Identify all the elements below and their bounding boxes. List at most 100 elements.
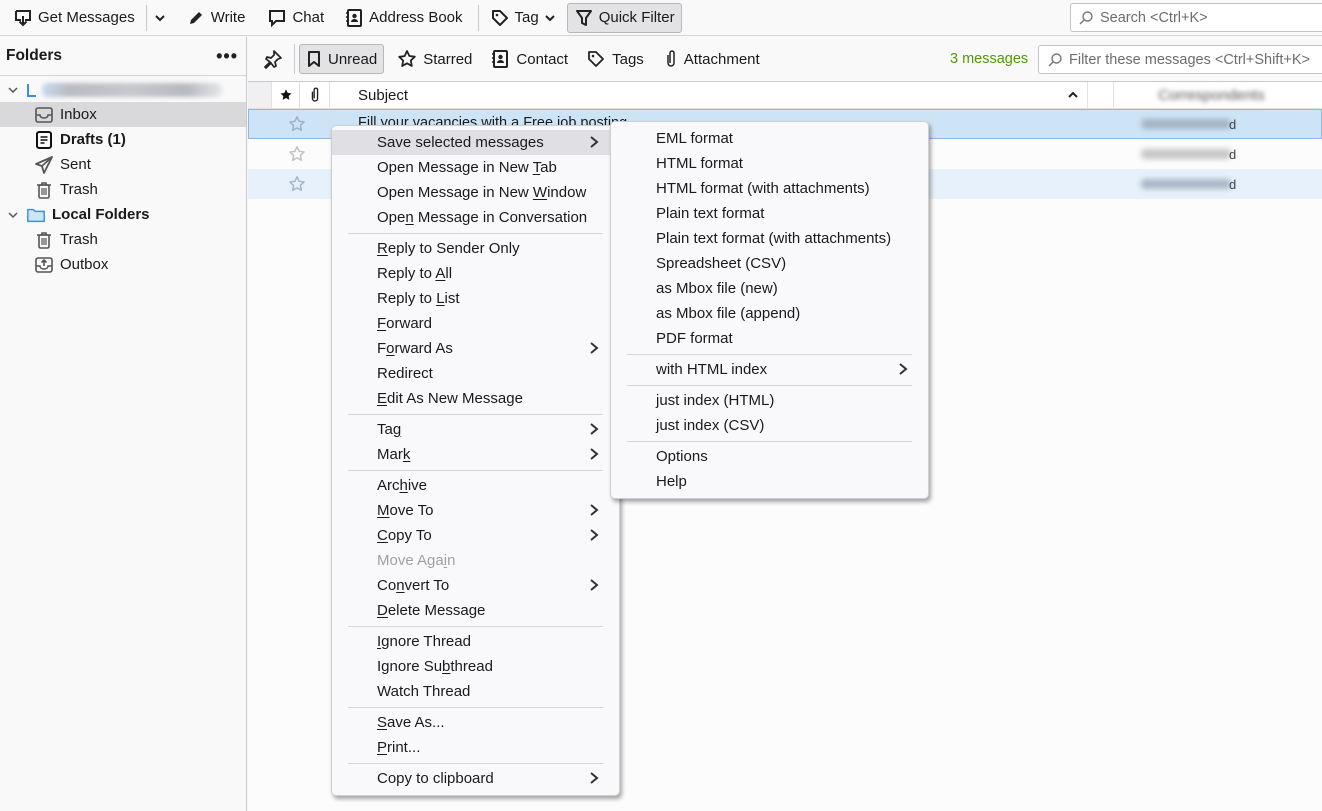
filter-attachment-button[interactable]: Attachment <box>657 44 767 74</box>
quick-filter-label: Quick Filter <box>598 9 675 26</box>
menu-item-print[interactable]: Print... <box>332 735 619 760</box>
menu-item-delete-message[interactable]: Delete Message <box>332 598 619 623</box>
filter-messages-input[interactable]: Filter these messages <Ctrl+Shift+K> <box>1038 45 1322 74</box>
sticky-filter-button[interactable] <box>256 44 290 74</box>
tag-icon <box>588 51 605 67</box>
star-toggle[interactable] <box>248 115 324 133</box>
folder-outbox[interactable]: Outbox <box>0 252 246 277</box>
menu-item-label: EML format <box>656 130 733 147</box>
star-toggle[interactable] <box>248 145 324 163</box>
chevron-down-icon[interactable] <box>6 210 20 220</box>
star-outline-icon <box>289 176 305 192</box>
column-picker-stub[interactable] <box>248 82 272 108</box>
menu-item-save-as[interactable]: Save As... <box>332 710 619 735</box>
folder-inbox[interactable]: Inbox <box>0 102 246 127</box>
filter-tags-button[interactable]: Tags <box>579 44 651 74</box>
menu-item-as-mbox-file-append[interactable]: as Mbox file (append) <box>611 301 928 326</box>
menu-item-archive[interactable]: Archive <box>332 473 619 498</box>
access-key: n <box>405 209 414 226</box>
menu-item-html-format-with-attachments[interactable]: HTML format (with attachments) <box>611 176 928 201</box>
menu-item-as-mbox-file-new[interactable]: as Mbox file (new) <box>611 276 928 301</box>
filter-unread-button[interactable]: Unread <box>299 44 385 74</box>
menu-item-edit-as-new-message[interactable]: Edit As New Message <box>332 386 619 411</box>
menu-item-reply-to-list[interactable]: Reply to List <box>332 286 619 311</box>
column-correspondents[interactable]: Correspondents <box>1114 82 1322 108</box>
menu-item-forward-as[interactable]: Forward As <box>332 336 619 361</box>
folder-trash[interactable]: Trash <box>0 177 246 202</box>
chevron-right-icon <box>587 578 601 592</box>
folder-local-trash[interactable]: Trash <box>0 227 246 252</box>
menu-item-copy-to-clipboard[interactable]: Copy to clipboard <box>332 766 619 791</box>
menu-item-move-again: Move Again <box>332 548 619 573</box>
menu-item-plain-text-format[interactable]: Plain text format <box>611 201 928 226</box>
menu-separator <box>627 354 912 355</box>
access-key: T <box>532 159 541 176</box>
column-subject[interactable]: Subject <box>330 82 1088 108</box>
menu-item-move-to[interactable]: Move To <box>332 498 619 523</box>
menu-item-open-message-in-conversation[interactable]: Open Message in Conversation <box>332 205 619 230</box>
get-messages-dropdown[interactable] <box>151 3 169 33</box>
chat-button[interactable]: Chat <box>260 3 331 33</box>
menu-item-save-selected-messages[interactable]: Save selected messages <box>332 130 619 155</box>
menu-separator <box>348 707 603 708</box>
paperclip-icon <box>667 50 675 67</box>
local-folders-row[interactable]: Local Folders <box>0 202 246 227</box>
folder-drafts[interactable]: Drafts (1) <box>0 127 246 152</box>
correspondent-redacted <box>1141 179 1231 189</box>
quick-filter-button[interactable]: Quick Filter <box>566 2 682 33</box>
column-attachment[interactable] <box>300 82 330 108</box>
global-search-input[interactable]: Search <Ctrl+K> <box>1070 3 1322 32</box>
menu-item-convert-to[interactable]: Convert To <box>332 573 619 598</box>
menu-item-eml-format[interactable]: EML format <box>611 126 928 151</box>
menu-item-open-message-in-new-tab[interactable]: Open Message in New Tab <box>332 155 619 180</box>
contact-icon <box>492 50 509 68</box>
menu-item-mark[interactable]: Mark <box>332 442 619 467</box>
correspondent-redacted <box>1141 119 1231 129</box>
write-button[interactable]: Write <box>179 3 253 33</box>
filter-contact-button[interactable]: Contact <box>483 44 575 74</box>
menu-item-watch-thread[interactable]: Watch Thread <box>332 679 619 704</box>
menu-item-just-index-html[interactable]: just index (HTML) <box>611 388 928 413</box>
menu-item-forward[interactable]: Forward <box>332 311 619 336</box>
column-subject-label: Subject <box>358 86 409 104</box>
menu-item-reply-to-all[interactable]: Reply to All <box>332 261 619 286</box>
menu-item-open-message-in-new-window[interactable]: Open Message in New Window <box>332 180 619 205</box>
address-book-button[interactable]: Address Book <box>337 3 469 33</box>
menu-item-redirect[interactable]: Redirect <box>332 361 619 386</box>
get-messages-button[interactable]: Get Messages <box>6 3 142 33</box>
menu-item-ignore-thread[interactable]: Ignore Thread <box>332 629 619 654</box>
menu-item-plain-text-format-with-attachments[interactable]: Plain text format (with attachments) <box>611 226 928 251</box>
folder-pane: Folders ••• Inbox Drafts (1) Sent Trash <box>0 37 247 811</box>
menu-item-label: Ignore Thread <box>377 633 471 650</box>
chevron-down-icon[interactable] <box>6 85 20 95</box>
menu-item-label: Archive <box>377 477 428 494</box>
folder-sent[interactable]: Sent <box>0 152 246 177</box>
column-starred[interactable] <box>272 82 300 108</box>
correspondent-tail: d <box>1229 177 1237 192</box>
menu-item-tag[interactable]: Tag <box>332 417 619 442</box>
filter-unread-label: Unread <box>328 50 378 68</box>
menu-item-just-index-csv[interactable]: just index (CSV) <box>611 413 928 438</box>
menu-item-pdf-format[interactable]: PDF format <box>611 326 928 351</box>
pencil-icon <box>186 8 206 28</box>
menu-item-copy-to[interactable]: Copy To <box>332 523 619 548</box>
address-book-icon <box>344 8 364 28</box>
menu-item-help[interactable]: Help <box>611 469 928 494</box>
menu-item-with-html-index[interactable]: with HTML index <box>611 357 928 382</box>
global-search-placeholder: Search <Ctrl+K> <box>1100 9 1208 26</box>
star-toggle[interactable] <box>248 175 324 193</box>
folder-pane-title: Folders <box>6 47 62 64</box>
column-thread-icon[interactable] <box>1088 82 1114 108</box>
menu-item-ignore-subthread[interactable]: Ignore Subthread <box>332 654 619 679</box>
tag-button[interactable]: Tag <box>483 3 563 33</box>
menu-item-options[interactable]: Options <box>611 444 928 469</box>
menu-item-html-format[interactable]: HTML format <box>611 151 928 176</box>
account-row[interactable] <box>0 77 246 102</box>
menu-item-spreadsheet-csv[interactable]: Spreadsheet (CSV) <box>611 251 928 276</box>
menu-item-reply-to-sender-only[interactable]: Reply to Sender Only <box>332 236 619 261</box>
folder-pane-menu-button[interactable]: ••• <box>216 46 238 67</box>
filter-starred-button[interactable]: Starred <box>390 44 479 74</box>
menu-separator <box>348 626 603 627</box>
chat-label: Chat <box>292 9 325 26</box>
access-key: W <box>532 184 548 201</box>
